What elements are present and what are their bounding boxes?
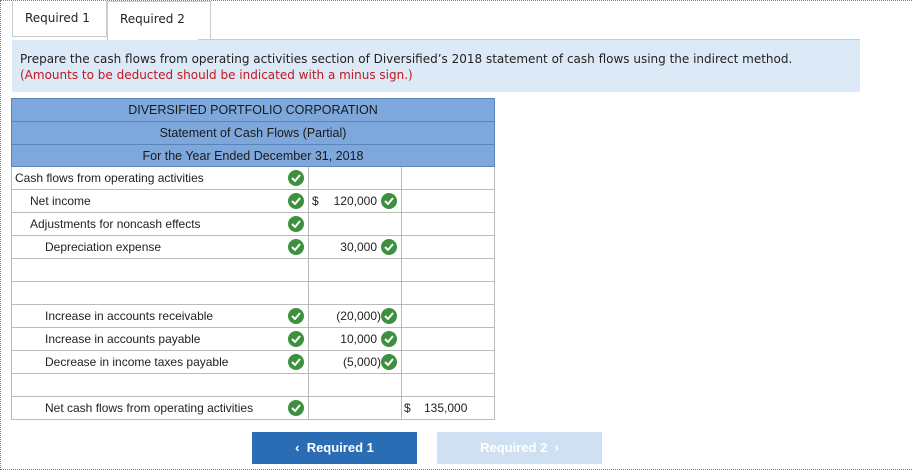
amount-cell[interactable] [308, 213, 401, 235]
dollar-sign: $ [404, 401, 411, 415]
table-row [11, 259, 495, 282]
prev-required-button[interactable]: ‹ Required 1 [252, 432, 417, 464]
amount-value: (20,000) [336, 309, 381, 323]
row-label: Cash flows from operating activities [15, 171, 204, 185]
row-label: Depreciation expense [45, 240, 162, 254]
table-row: Net cash flows from operating activities… [11, 397, 495, 420]
row-label: Net cash flows from operating activities [45, 401, 254, 415]
amount-cell[interactable] [308, 259, 401, 281]
statement-period: For the Year Ended December 31, 2018 [11, 144, 495, 167]
check-icon [288, 354, 304, 370]
table-row: Net income $ 120,000 [11, 190, 495, 213]
label-cell[interactable] [12, 374, 308, 396]
total-cell[interactable] [401, 282, 496, 304]
total-cell[interactable]: $ 135,000 [401, 397, 496, 419]
instructions-text: Prepare the cash flows from operating ac… [20, 52, 793, 66]
row-label: Increase in accounts payable [45, 332, 201, 346]
check-icon [288, 308, 304, 324]
total-cell[interactable] [401, 374, 496, 396]
total-cell[interactable] [401, 236, 496, 258]
label-cell[interactable]: Net income [12, 190, 308, 212]
label-cell[interactable]: Net cash flows from operating activities [12, 397, 308, 419]
label-cell[interactable] [12, 259, 308, 281]
dollar-sign: $ [312, 194, 319, 208]
amount-cell[interactable]: (20,000) [308, 305, 401, 327]
table-row: Adjustments for noncash effects [11, 213, 495, 236]
amount-cell[interactable] [308, 397, 401, 419]
total-cell[interactable] [401, 259, 496, 281]
statement-title: Statement of Cash Flows (Partial) [11, 121, 495, 144]
amount-cell[interactable]: $ 120,000 [308, 190, 401, 212]
next-button-label: Required 2 [480, 440, 548, 455]
check-icon [288, 170, 304, 186]
table-row [11, 282, 495, 305]
check-icon [288, 239, 304, 255]
table-row [11, 374, 495, 397]
row-label: Adjustments for noncash effects [30, 217, 201, 231]
check-icon [381, 331, 397, 347]
amount-value: (5,000) [342, 355, 381, 369]
label-cell[interactable]: Increase in accounts payable [12, 328, 308, 350]
table-row: Depreciation expense 30,000 [11, 236, 495, 259]
instructions-panel: Prepare the cash flows from operating ac… [12, 40, 860, 92]
check-icon [381, 308, 397, 324]
next-required-button[interactable]: Required 2 › [437, 432, 602, 464]
amount-value: 10,000 [340, 332, 377, 346]
amount-cell[interactable]: 30,000 [308, 236, 401, 258]
amount-cell[interactable] [308, 282, 401, 304]
table-row: Decrease in income taxes payable (5,000) [11, 351, 495, 374]
label-cell[interactable]: Depreciation expense [12, 236, 308, 258]
table-row: Increase in accounts payable 10,000 [11, 328, 495, 351]
total-value: 135,000 [424, 401, 468, 415]
amount-cell[interactable]: (5,000) [308, 351, 401, 373]
company-name: DIVERSIFIED PORTFOLIO CORPORATION [11, 98, 495, 121]
total-cell[interactable] [401, 328, 496, 350]
table-row: Increase in accounts receivable (20,000) [11, 305, 495, 328]
check-icon [288, 400, 304, 416]
check-icon [381, 354, 397, 370]
prev-button-label: Required 1 [306, 440, 374, 455]
amount-cell[interactable] [308, 167, 401, 189]
label-cell[interactable]: Adjustments for noncash effects [12, 213, 308, 235]
cash-flow-statement: DIVERSIFIED PORTFOLIO CORPORATION Statem… [11, 98, 495, 420]
total-cell[interactable] [401, 213, 496, 235]
amount-value: 120,000 [333, 194, 377, 208]
label-cell[interactable]: Increase in accounts receivable [12, 305, 308, 327]
tab-required-1[interactable]: Required 1 [12, 1, 107, 37]
chevron-right-icon: › [554, 440, 559, 455]
amount-cell[interactable] [308, 374, 401, 396]
check-icon [288, 331, 304, 347]
chevron-left-icon: ‹ [295, 440, 300, 455]
check-icon [288, 216, 304, 232]
label-cell[interactable]: Cash flows from operating activities [12, 167, 308, 189]
instructions-note: (Amounts to be deducted should be indica… [20, 68, 413, 82]
total-cell[interactable] [401, 190, 496, 212]
row-label: Increase in accounts receivable [45, 309, 214, 323]
total-cell[interactable] [401, 305, 496, 327]
total-cell[interactable] [401, 167, 496, 189]
row-label: Net income [30, 194, 91, 208]
label-cell[interactable]: Decrease in income taxes payable [12, 351, 308, 373]
check-icon [381, 239, 397, 255]
tab-required-2[interactable]: Required 2 [107, 1, 211, 41]
table-row: Cash flows from operating activities [11, 167, 495, 190]
row-label: Decrease in income taxes payable [45, 355, 229, 369]
label-cell[interactable] [12, 282, 308, 304]
total-cell[interactable] [401, 351, 496, 373]
amount-cell[interactable]: 10,000 [308, 328, 401, 350]
check-icon [288, 193, 304, 209]
check-icon [381, 193, 397, 209]
amount-value: 30,000 [340, 240, 377, 254]
